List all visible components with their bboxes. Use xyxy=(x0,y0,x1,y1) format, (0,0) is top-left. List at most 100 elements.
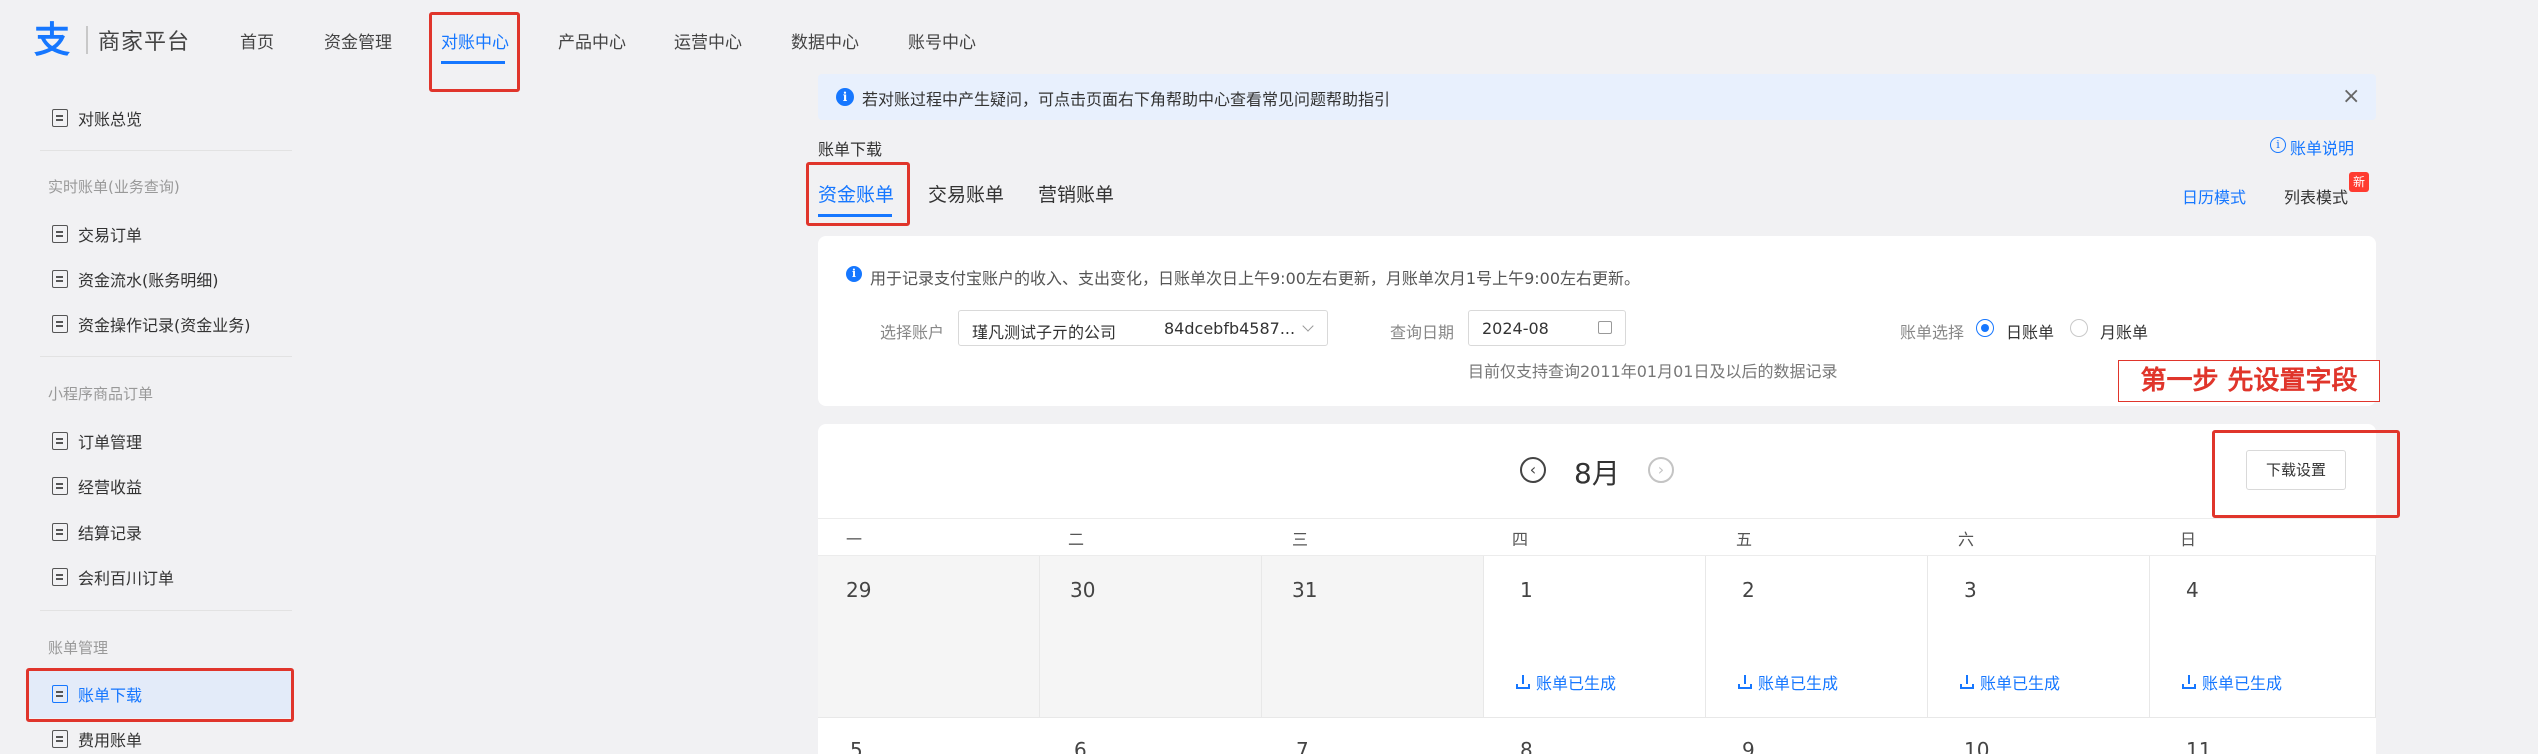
sidebar-item-fund-operations[interactable]: 资金操作记录(资金业务) xyxy=(52,312,251,336)
view-mode-calendar[interactable]: 日历模式 xyxy=(2182,184,2246,208)
bill-generated-label: 账单已生成 xyxy=(2202,674,2283,693)
radio-daily-label[interactable]: 日账单 xyxy=(2006,319,2054,343)
day-number: 4 xyxy=(2186,578,2199,602)
sidebar-item-overview[interactable]: 对账总览 xyxy=(52,106,142,130)
sidebar-item-label: 资金操作记录(资金业务) xyxy=(78,316,251,335)
bill-type-label: 账单选择 xyxy=(1900,323,1965,342)
radio-monthly-label[interactable]: 月账单 xyxy=(2100,319,2148,343)
nav-account[interactable]: 账号中心 xyxy=(908,28,976,53)
nav-operations[interactable]: 运营中心 xyxy=(674,28,742,53)
account-name: 瑾凡测试子亓的公司 xyxy=(972,323,1117,342)
calendar-icon xyxy=(1598,321,1612,334)
prev-month-button[interactable]: ‹ xyxy=(1520,457,1546,483)
sidebar-item-trade-orders[interactable]: 交易订单 xyxy=(52,222,142,246)
bill-icon xyxy=(52,730,68,748)
coin-icon xyxy=(52,477,68,495)
sidebar-item-fund-flow[interactable]: 资金流水(账务明细) xyxy=(52,267,219,291)
bill-generated-label: 账单已生成 xyxy=(1980,674,2061,693)
annotation-box-sidebar xyxy=(26,668,294,722)
filter-description: 用于记录支付宝账户的收入、支出变化，日账单次日上午9:00左右更新，月账单次月1… xyxy=(870,269,1641,288)
platform-name: 商家平台 xyxy=(98,30,191,55)
sidebar-item-order-management[interactable]: 订单管理 xyxy=(52,429,142,453)
date-label: 查询日期 xyxy=(1390,323,1455,342)
date-hint: 目前仅支持查询2011年01月01日及以后的数据记录 xyxy=(1468,362,1838,381)
tab-trade-bill[interactable]: 交易账单 xyxy=(928,180,1004,207)
sidebar-item-baichuan-orders[interactable]: 会利百川订单 xyxy=(52,565,174,589)
day-number: 11 xyxy=(2186,738,2212,754)
weekday-sun: 日 xyxy=(2180,530,2197,549)
logo-divider xyxy=(86,26,88,54)
info-icon: i xyxy=(846,266,862,282)
bill-generated-link[interactable]: 账单已生成 xyxy=(1738,670,1838,694)
annotation-box-tab xyxy=(806,162,910,226)
wallet-icon xyxy=(52,315,68,333)
account-id: 84dcebfb4587... xyxy=(1164,319,1296,338)
info-outline-icon: i xyxy=(2270,137,2286,153)
sidebar-divider xyxy=(40,356,292,357)
nav-data[interactable]: 数据中心 xyxy=(791,28,859,53)
nav-products[interactable]: 产品中心 xyxy=(558,28,626,53)
account-label: 选择账户 xyxy=(880,323,945,342)
day-number: 1 xyxy=(1520,578,1533,602)
view-mode-list[interactable]: 列表模式 xyxy=(2284,184,2348,208)
day-number: 7 xyxy=(1296,738,1309,754)
sidebar-item-label: 订单管理 xyxy=(78,433,143,452)
sidebar-item-label: 资金流水(账务明细) xyxy=(78,271,219,290)
weekday-header xyxy=(818,518,2376,556)
radio-monthly[interactable] xyxy=(2070,319,2088,337)
sidebar-divider xyxy=(40,610,292,611)
day-number: 31 xyxy=(1292,578,1318,602)
sidebar-item-business-revenue[interactable]: 经营收益 xyxy=(52,474,142,498)
day-number: 10 xyxy=(1964,738,1990,754)
bill-generated-link[interactable]: 账单已生成 xyxy=(2182,670,2282,694)
day-number: 5 xyxy=(850,738,863,754)
annotation-box-nav xyxy=(429,12,520,92)
sidebar-group-realtime: 实时账单(业务查询) xyxy=(48,178,180,196)
download-icon xyxy=(2182,675,2196,689)
day-number: 30 xyxy=(1070,578,1096,602)
day-number: 8 xyxy=(1520,738,1533,754)
sidebar-item-label: 结算记录 xyxy=(78,524,143,543)
sidebar-group-mini-program: 小程序商品订单 xyxy=(48,385,154,403)
alipay-logo-icon[interactable]: 支 xyxy=(34,18,80,64)
sidebar-item-label: 会利百川订单 xyxy=(78,569,175,588)
new-badge: 新 xyxy=(2349,172,2369,192)
order-icon xyxy=(52,568,68,586)
bill-generated-link[interactable]: 账单已生成 xyxy=(1516,670,1616,694)
sidebar-item-settlement-records[interactable]: 结算记录 xyxy=(52,520,142,544)
ledger-icon xyxy=(52,270,68,288)
weekday-mon: 一 xyxy=(846,530,863,549)
receipt-icon xyxy=(52,225,68,243)
next-month-button[interactable]: › xyxy=(1648,457,1674,483)
sidebar-divider xyxy=(40,150,292,151)
bill-help-link[interactable]: 账单说明 xyxy=(2290,135,2354,159)
close-icon[interactable]: × xyxy=(2342,86,2360,108)
download-icon xyxy=(1738,675,1752,689)
nav-home[interactable]: 首页 xyxy=(240,28,274,53)
document-icon xyxy=(52,109,68,127)
sidebar-group-bill-management: 账单管理 xyxy=(48,639,109,657)
notice-text: 若对账过程中产生疑问，可点击页面右下角帮助中心查看常见问题帮助指引 xyxy=(862,90,1391,109)
weekday-thu: 四 xyxy=(1512,530,1529,549)
day-number: 3 xyxy=(1964,578,1977,602)
clipboard-icon xyxy=(52,432,68,450)
tab-marketing-bill[interactable]: 营销账单 xyxy=(1038,180,1114,207)
annotation-box-download-settings xyxy=(2212,430,2400,518)
bill-generated-label: 账单已生成 xyxy=(1758,674,1839,693)
weekday-sat: 六 xyxy=(1958,530,1975,549)
radio-daily[interactable] xyxy=(1976,319,1994,337)
bill-generated-label: 账单已生成 xyxy=(1536,674,1617,693)
nav-funds[interactable]: 资金管理 xyxy=(324,28,392,53)
section-title: 账单下载 xyxy=(818,140,883,159)
weekday-wed: 三 xyxy=(1292,530,1309,549)
sidebar-item-fee-bill[interactable]: 费用账单 xyxy=(52,727,142,751)
weekday-tue: 二 xyxy=(1068,530,1085,549)
sidebar-item-label: 费用账单 xyxy=(78,731,143,750)
day-number: 29 xyxy=(846,578,872,602)
download-icon xyxy=(1960,675,1974,689)
bill-generated-link[interactable]: 账单已生成 xyxy=(1960,670,2060,694)
sidebar-item-label: 对账总览 xyxy=(78,110,143,129)
date-value: 2024-08 xyxy=(1482,319,1549,338)
annotation-step-label: 第一步 先设置字段 xyxy=(2118,360,2380,402)
month-title: 8月 xyxy=(1574,457,1620,490)
